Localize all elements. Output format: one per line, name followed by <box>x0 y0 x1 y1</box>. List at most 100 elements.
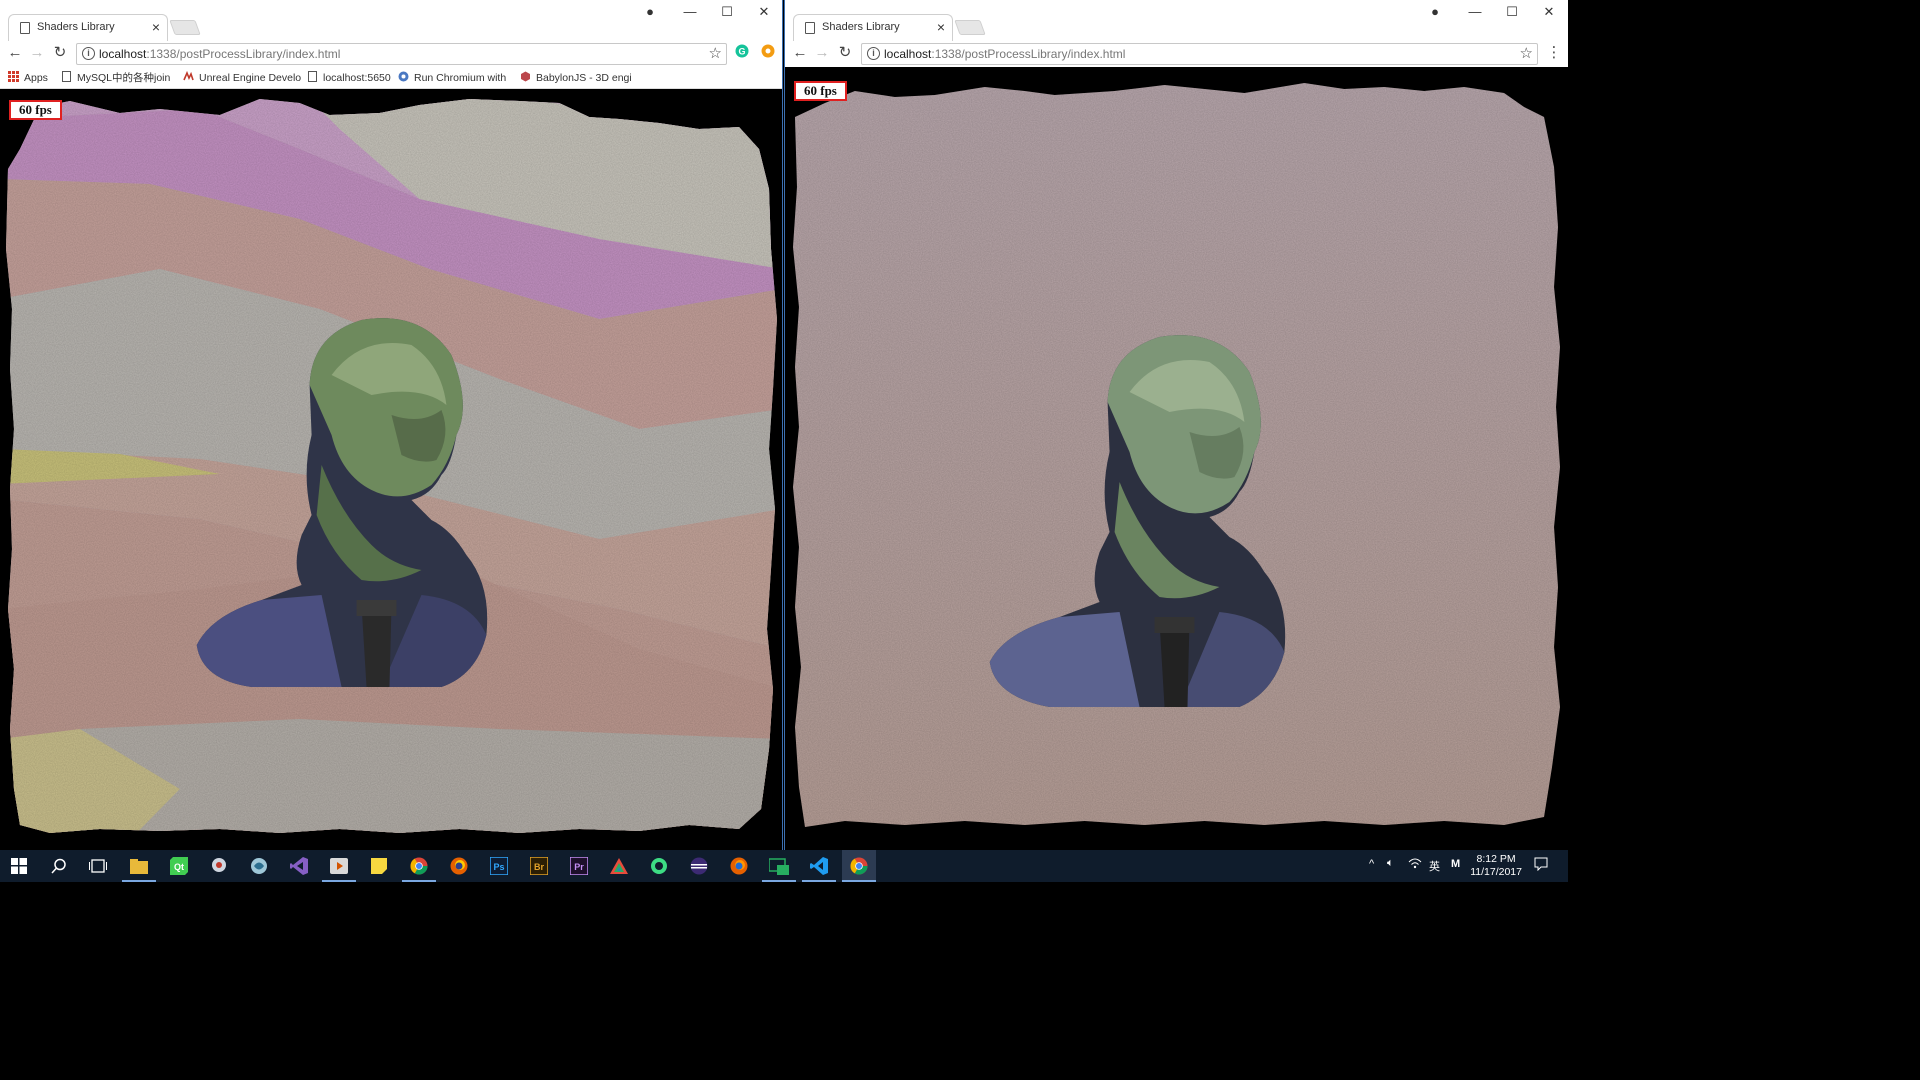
bookmark-star-icon[interactable]: ☆ <box>709 45 722 63</box>
address-bar[interactable]: i localhost:1338/postProcessLibrary/inde… <box>861 43 1538 65</box>
fps-counter: 60 fps <box>9 100 62 120</box>
bookmark-star-icon[interactable]: ☆ <box>1520 45 1533 63</box>
minimize-button[interactable]: — <box>1463 3 1487 21</box>
bookmarks-bar: Apps MySQL中的各种join Unreal Engine Develo … <box>0 67 782 89</box>
eclipse-icon[interactable] <box>687 854 711 878</box>
forward-icon[interactable]: → <box>813 44 831 62</box>
qt-creator-icon[interactable]: Qt <box>167 854 191 878</box>
fps-counter: 60 fps <box>794 81 847 101</box>
app-icon[interactable] <box>247 854 271 878</box>
browser-toolbar: ← → ↻ i localhost:1338/postProcessLibrar… <box>785 41 1568 67</box>
babylon-icon <box>521 71 530 82</box>
search-icon[interactable] <box>47 854 71 878</box>
tab-shaders-library[interactable]: Shaders Library × <box>8 14 168 41</box>
menu-icon[interactable]: ⋮ <box>1545 44 1563 62</box>
ime-indicator[interactable]: 英 <box>1429 858 1440 874</box>
app-icon[interactable] <box>607 854 631 878</box>
visual-studio-icon[interactable] <box>287 854 311 878</box>
running-indicator <box>122 880 156 882</box>
tab-close-icon[interactable]: × <box>152 19 160 35</box>
address-bar[interactable]: i localhost:1338/postProcessLibrary/inde… <box>76 43 727 65</box>
maximize-button[interactable]: ☐ <box>715 3 739 21</box>
close-button[interactable]: ✕ <box>1537 3 1561 21</box>
bookmark-localhost-5650[interactable]: localhost:5650 <box>307 71 391 85</box>
page-icon <box>805 22 815 34</box>
minimize-button[interactable]: — <box>678 3 702 21</box>
profile-icon[interactable]: ● <box>1423 3 1447 21</box>
render-canvas[interactable]: 60 fps <box>785 67 1568 850</box>
browser-window-left: Shaders Library × ● — ☐ ✕ ← → ↻ i localh… <box>0 0 783 850</box>
sticky-notes-icon[interactable] <box>367 854 391 878</box>
svg-text:Ps: Ps <box>493 862 504 872</box>
chevron-up-icon[interactable]: ^ <box>1369 858 1374 870</box>
volume-icon[interactable]: 🔈︎ <box>1387 857 1394 870</box>
info-icon[interactable]: i <box>82 47 95 60</box>
system-clock[interactable]: 8:12 PM 11/17/2017 <box>1470 853 1522 879</box>
android-studio-icon[interactable] <box>647 854 671 878</box>
profile-icon[interactable]: ● <box>638 3 662 21</box>
app-icon[interactable] <box>207 854 231 878</box>
apps-grid-icon <box>8 71 19 82</box>
forward-icon[interactable]: → <box>28 44 46 62</box>
tab-title: Shaders Library <box>822 21 900 33</box>
url-text: localhost:1338/postProcessLibrary/index.… <box>884 47 1126 61</box>
back-icon[interactable]: ← <box>791 44 809 62</box>
title-bar: Shaders Library × ● — ☐ ✕ <box>785 0 1568 41</box>
bookmark-babylonjs[interactable]: BabylonJS - 3D engi <box>520 71 632 85</box>
media-player-icon[interactable] <box>327 854 351 878</box>
input-mode-indicator[interactable]: M <box>1451 858 1460 870</box>
clock-time: 8:12 PM <box>1476 853 1516 865</box>
running-indicator <box>802 880 836 882</box>
wifi-icon[interactable] <box>1408 857 1422 872</box>
svg-text:Pr: Pr <box>574 862 584 872</box>
info-icon[interactable]: i <box>867 47 880 60</box>
new-tab-button[interactable] <box>169 20 201 35</box>
chrome-icon[interactable] <box>842 850 876 882</box>
back-icon[interactable]: ← <box>6 44 24 62</box>
chrome-icon[interactable] <box>407 854 431 878</box>
svg-text:G: G <box>738 47 745 57</box>
new-tab-button[interactable] <box>954 20 986 35</box>
close-button[interactable]: ✕ <box>752 3 776 21</box>
task-view-icon[interactable] <box>86 854 110 878</box>
tab-title: Shaders Library <box>37 21 115 33</box>
running-indicator <box>762 880 796 882</box>
running-indicator <box>842 880 876 882</box>
tab-shaders-library[interactable]: Shaders Library × <box>793 14 953 41</box>
page-icon <box>308 71 317 82</box>
browser-toolbar: ← → ↻ i localhost:1338/postProcessLibrar… <box>0 41 782 67</box>
title-bar: Shaders Library × ● — ☐ ✕ <box>0 0 782 41</box>
app-icon[interactable] <box>767 854 791 878</box>
page-icon <box>20 22 30 34</box>
bookmark-unreal[interactable]: Unreal Engine Develo <box>183 71 301 85</box>
notifications-icon[interactable] <box>1534 857 1548 874</box>
bookmark-mysql[interactable]: MySQL中的各种join <box>61 71 170 85</box>
watercolor-scene <box>5 99 778 833</box>
svg-text:Br: Br <box>534 862 544 872</box>
bridge-icon[interactable]: Br <box>527 854 551 878</box>
photoshop-icon[interactable]: Ps <box>487 854 511 878</box>
firefox-icon[interactable] <box>447 854 471 878</box>
browser-window-right: Shaders Library × ● — ☐ ✕ ← → ↻ i localh… <box>784 0 1568 850</box>
extension-icon[interactable] <box>759 44 777 62</box>
tab-close-icon[interactable]: × <box>937 19 945 35</box>
maximize-button[interactable]: ☐ <box>1500 3 1524 21</box>
premiere-icon[interactable]: Pr <box>567 854 591 878</box>
bookmark-chromium[interactable]: Run Chromium with <box>398 71 506 85</box>
bookmark-apps[interactable]: Apps <box>8 71 48 85</box>
grammarly-extension-icon[interactable]: G <box>733 44 751 62</box>
firefox-icon[interactable] <box>727 854 751 878</box>
render-canvas[interactable]: 60 fps <box>0 89 782 850</box>
reload-icon[interactable]: ↻ <box>51 44 69 62</box>
clock-date: 11/17/2017 <box>1470 866 1522 878</box>
running-indicator <box>402 880 436 882</box>
page-icon <box>62 71 71 82</box>
svg-text:Qt: Qt <box>174 862 184 872</box>
windows-start-icon[interactable] <box>7 854 31 878</box>
windows-taskbar: Qt Ps Br Pr ^ 🔈︎ 英 M 8:12 PM 11/17/2017 <box>0 850 1568 882</box>
file-explorer-icon[interactable] <box>127 854 151 878</box>
vscode-icon[interactable] <box>807 854 831 878</box>
reload-icon[interactable]: ↻ <box>836 44 854 62</box>
watercolor-scene <box>792 83 1561 827</box>
chromium-icon <box>398 71 409 82</box>
